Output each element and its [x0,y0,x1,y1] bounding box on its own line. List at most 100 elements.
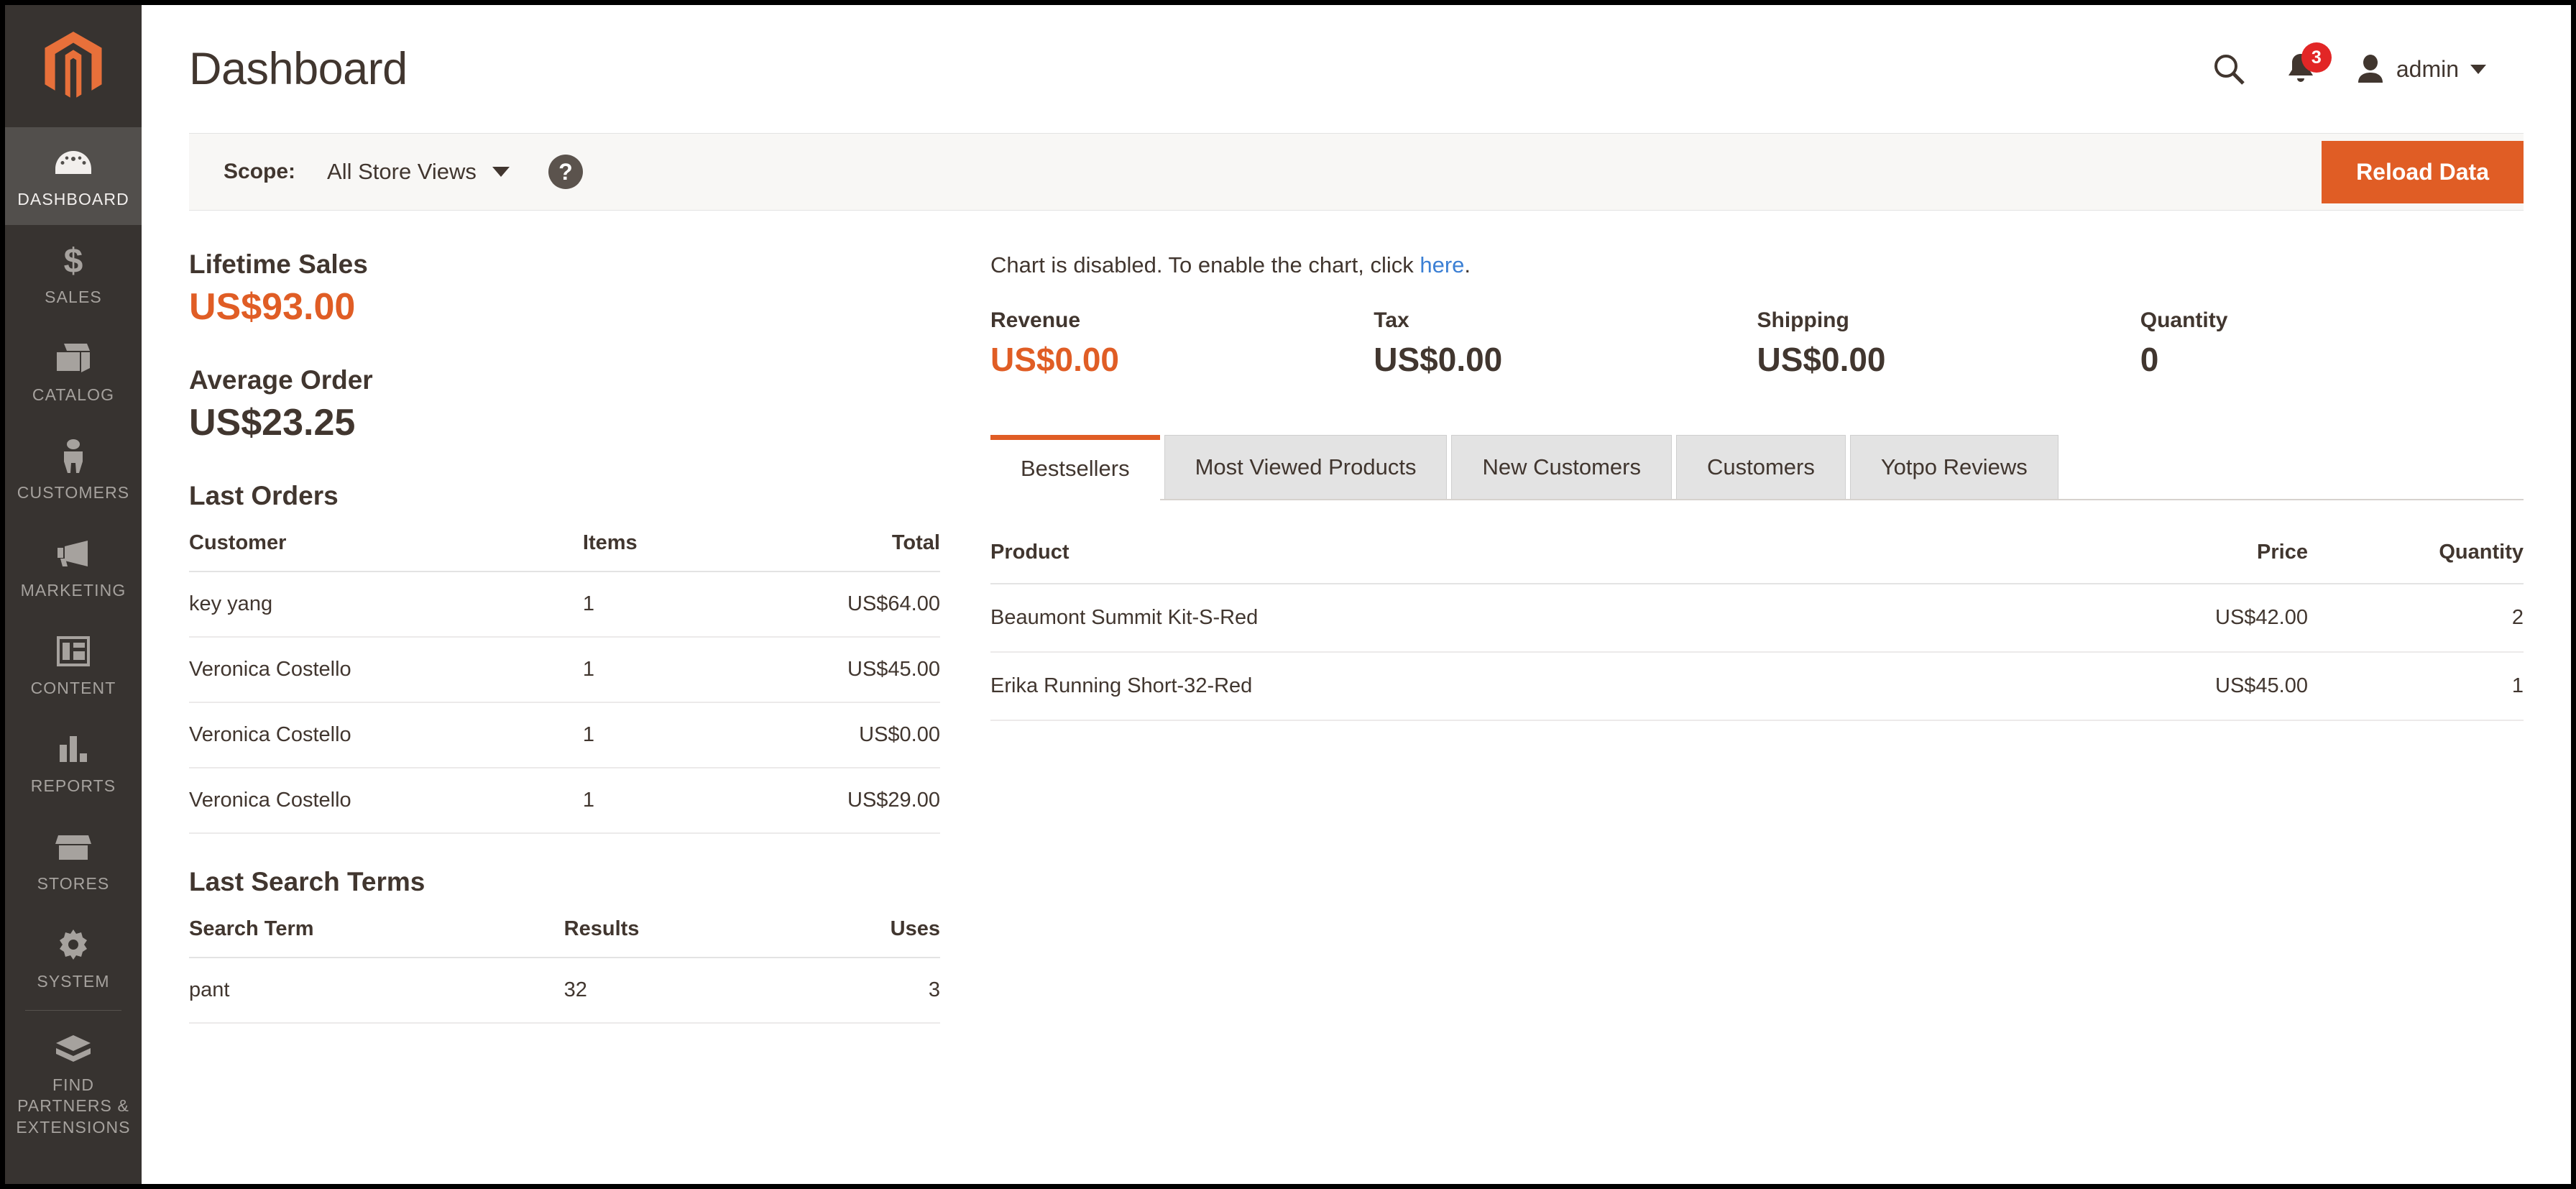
table-header-row: Customer Items Total [189,521,940,573]
chevron-down-icon [492,167,510,177]
cell-quantity: 2 [2308,584,2524,653]
header-actions: 3 admin [2212,42,2486,86]
right-column: Chart is disabled. To enable the chart, … [990,249,2524,1024]
table-row[interactable]: key yang 1 US$64.00 [189,571,940,638]
tab-customers[interactable]: Customers [1675,435,1846,499]
dollar-sign-icon: $ [61,242,86,279]
last-search-terms-title: Last Search Terms [189,867,426,897]
bestsellers-table: Product Price Quantity Beaumont Summit K… [990,531,2524,721]
sidebar-item-find-partners-extensions[interactable]: FIND PARTNERS & EXTENSIONS [5,1014,142,1152]
enable-chart-link[interactable]: here [1420,252,1464,277]
user-avatar-icon [2358,55,2383,83]
column-header-uses: Uses [790,907,940,959]
cell-items: 1 [582,702,715,769]
dashboard-columns: Lifetime Sales US$93.00 Average Order US… [189,211,2524,1024]
sidebar-item-label: CATALOG [32,385,115,404]
table-row[interactable]: Veronica Costello 1 US$0.00 [189,702,940,769]
scope-controls: Scope: All Store Views ? [224,155,583,189]
cell-total: US$0.00 [714,702,940,769]
cell-uses: 3 [790,958,940,1024]
bestsellers-panel: Product Price Quantity Beaumont Summit K… [990,500,2524,721]
tab-bestsellers[interactable]: Bestsellers [990,435,1160,500]
user-menu[interactable]: admin [2356,54,2486,84]
sidebar-item-label: STORES [37,873,110,893]
table-header-row: Product Price Quantity [990,531,2524,584]
tab-yotpo-reviews[interactable]: Yotpo Reviews [1849,435,2058,499]
sidebar-item-customers[interactable]: CUSTOMERS [5,421,142,518]
sidebar-item-catalog[interactable]: CATALOG [5,323,142,421]
last-search-terms-table: Search Term Results Uses pant 32 3 [189,907,940,1024]
cell-quantity: 1 [2308,652,2524,721]
page-title: Dashboard [189,44,408,94]
sidebar-item-reports[interactable]: REPORTS [5,714,142,812]
table-row[interactable]: Erika Running Short-32-Red US$45.00 1 [990,652,2524,721]
stat-shipping: Shipping US$0.00 [1757,308,2140,379]
table-row[interactable]: Veronica Costello 1 US$29.00 [189,768,940,835]
megaphone-icon [55,535,92,572]
column-header-items: Items [582,521,715,573]
sidebar-item-sales[interactable]: $ SALES [5,225,142,323]
cell-search-term: pant [189,958,564,1024]
storefront-icon [55,828,91,866]
person-icon [61,437,86,474]
magento-logo[interactable] [5,5,142,127]
sidebar-item-system[interactable]: SYSTEM [5,909,142,1007]
average-order-value: US$23.25 [189,402,356,444]
sidebar-item-label: FIND PARTNERS & EXTENSIONS [16,1075,131,1137]
store-view-select[interactable]: All Store Views [327,159,510,185]
reload-data-button[interactable]: Reload Data [2322,140,2524,203]
main-area: Dashboard 3 admin Scope: All Store Views… [142,5,2571,1184]
sidebar-item-label: MARKETING [20,580,126,600]
last-search-terms-block: Last Search Terms Search Term Results Us… [189,867,940,1024]
table-row[interactable]: Veronica Costello 1 US$45.00 [189,637,940,704]
cell-customer: key yang [189,571,583,638]
column-header-product: Product [990,531,2006,584]
gear-icon [57,926,90,963]
cell-customer: Veronica Costello [189,637,583,704]
page-content: Scope: All Store Views ? Reload Data Lif… [142,133,2571,1184]
notifications-button[interactable]: 3 [2286,42,2332,86]
stat-revenue: Revenue US$0.00 [990,308,1374,379]
table-row[interactable]: pant 32 3 [189,958,940,1024]
tab-new-customers[interactable]: New Customers [1451,435,1672,499]
sidebar: DASHBOARD $ SALES CATALOG CUSTOMERS MARK… [5,5,142,1184]
sidebar-item-label: SALES [45,287,102,306]
sidebar-item-marketing[interactable]: MARKETING [5,518,142,616]
average-order-title: Average Order [189,365,373,395]
stat-value: US$0.00 [1757,341,1886,378]
cell-product: Erika Running Short-32-Red [990,652,2006,721]
stat-value: US$0.00 [990,341,1120,378]
table-row[interactable]: Beaumont Summit Kit-S-Red US$42.00 2 [990,584,2524,653]
sidebar-item-content[interactable]: CONTENT [5,616,142,714]
user-name-label: admin [2396,55,2459,82]
sidebar-item-dashboard[interactable]: DASHBOARD [5,127,142,225]
cell-total: US$45.00 [714,637,940,704]
sidebar-item-label: CUSTOMERS [17,482,130,502]
magento-logo-icon [45,32,102,98]
magento-admin-dashboard: DASHBOARD $ SALES CATALOG CUSTOMERS MARK… [0,0,2576,1189]
stat-value: 0 [2140,341,2159,378]
scope-bar: Scope: All Store Views ? Reload Data [189,133,2524,211]
cell-customer: Veronica Costello [189,768,583,835]
column-header-quantity: Quantity [2308,531,2524,584]
cell-total: US$29.00 [714,768,940,835]
cell-product: Beaumont Summit Kit-S-Red [990,584,2006,653]
cell-price: US$42.00 [2006,584,2308,653]
cell-items: 1 [582,768,715,835]
last-orders-table: Customer Items Total key yang 1 US$64.00 [189,521,940,835]
sidebar-item-label: REPORTS [30,776,116,795]
scope-label: Scope: [224,160,296,183]
column-header-total: Total [714,521,940,573]
svg-text:$: $ [64,242,83,278]
dashboard-tabs: Bestsellers Most Viewed Products New Cus… [990,433,2524,500]
tab-most-viewed-products[interactable]: Most Viewed Products [1164,435,1448,499]
lifetime-sales-block: Lifetime Sales US$93.00 [189,249,940,328]
sidebar-item-stores[interactable]: STORES [5,812,142,909]
column-header-customer: Customer [189,521,583,573]
last-orders-block: Last Orders Customer Items Total key yan… [189,481,940,835]
search-button[interactable] [2212,52,2245,86]
question-mark-icon[interactable]: ? [548,155,583,189]
stat-label: Quantity [2140,308,2228,332]
